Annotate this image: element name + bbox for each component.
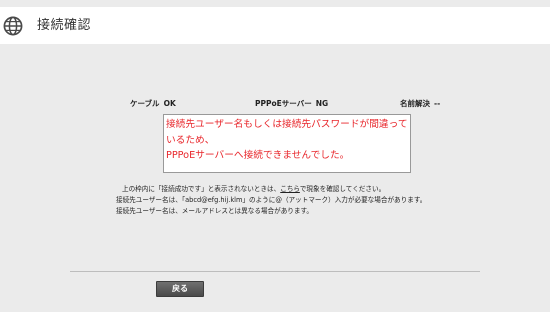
back-button[interactable]: 戻る	[156, 281, 204, 297]
divider	[70, 271, 480, 272]
note-line: 接続先ユーザー名は、「abcd@efg.hij.klm」のように@（アットマーク…	[116, 196, 427, 204]
status-pppoe: PPPoEサーバー NG	[255, 98, 328, 109]
here-link[interactable]: こちら	[280, 185, 300, 193]
pppoe-value: NG	[315, 99, 329, 108]
error-message-line: PPPoEサーバーへ接続できませんでした。	[166, 150, 350, 161]
note-line: 上の枠内に「接続成功です」と表示されないときは、こちらで現象を確認してください。	[116, 184, 426, 195]
name-resolution-label: 名前解決	[400, 99, 430, 108]
page-title: 接続確認	[37, 18, 92, 33]
pppoe-label: PPPoEサーバー	[255, 99, 312, 108]
cable-value: OK	[163, 99, 176, 108]
status-name-resolution: 名前解決 --	[400, 98, 440, 109]
result-message-box: 接続先ユーザー名もしくは接続先パスワードが間違っているため、 PPPoEサーバー…	[163, 114, 411, 173]
note-line: 接続先ユーザー名は、メールアドレスとは異なる場合があります。	[116, 207, 314, 215]
note-text: 上の枠内に「接続成功です」と表示されないときは、	[122, 185, 281, 193]
name-resolution-value: --	[434, 99, 441, 108]
error-message-line: 接続先ユーザー名もしくは接続先パスワードが間違っているため、	[166, 119, 408, 146]
header-bar: 接続確認	[0, 7, 550, 44]
status-cable: ケーブル OK	[130, 98, 176, 109]
cable-label: ケーブル	[130, 99, 160, 108]
help-notes: 上の枠内に「接続成功です」と表示されないときは、こちらで現象を確認してください。…	[116, 184, 426, 217]
globe-icon	[3, 16, 23, 36]
note-text: で現象を確認してください。	[299, 185, 386, 193]
